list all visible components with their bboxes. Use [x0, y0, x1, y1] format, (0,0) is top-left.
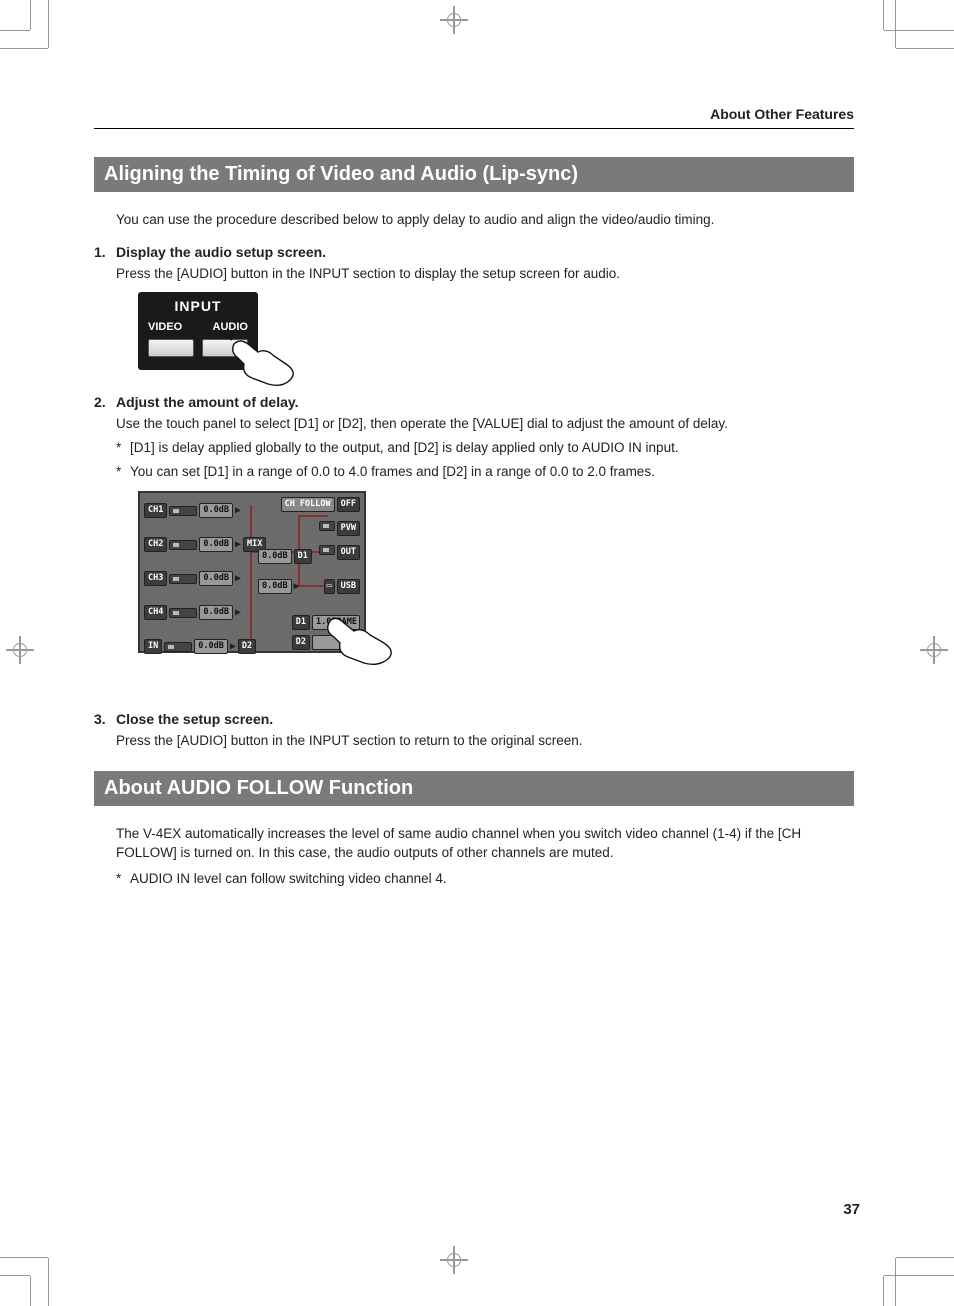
- step-3: 3.Close the setup screen. Press the [AUD…: [94, 711, 854, 751]
- step-number: 3.: [94, 711, 116, 727]
- input-panel-title: INPUT: [144, 296, 252, 317]
- in-slider[interactable]: [164, 642, 192, 652]
- ch-slider[interactable]: [169, 608, 197, 618]
- ch-slider[interactable]: [169, 506, 197, 516]
- d2-readout-label[interactable]: D2: [292, 635, 310, 650]
- out-usb: USB: [337, 579, 360, 594]
- page-number: 37: [843, 1201, 860, 1218]
- section2-body: The V-4EX automatically increases the le…: [116, 824, 854, 863]
- section-title-audio-follow: About AUDIO FOLLOW Function: [94, 771, 854, 806]
- step-title: Close the setup screen.: [116, 711, 273, 727]
- ch-slider[interactable]: [169, 574, 197, 584]
- ch-follow-value[interactable]: OFF: [337, 497, 360, 512]
- step-note: You can set [D1] in a range of 0.0 to 4.…: [130, 464, 655, 479]
- step-number: 2.: [94, 394, 116, 410]
- step-body-text: Use the touch panel to select [D1] or [D…: [116, 414, 854, 434]
- out-slider[interactable]: [319, 545, 335, 555]
- step-body-text: Press the [AUDIO] button in the INPUT se…: [116, 731, 854, 751]
- usb-icon: ▭: [324, 579, 335, 594]
- ch-db: 0.0dB: [199, 537, 233, 552]
- d2-db: 0.0dB: [258, 579, 292, 594]
- ch-follow-label: CH FOLLOW: [281, 497, 335, 512]
- ch-db: 0.0dB: [199, 503, 233, 518]
- input-panel-illustration: INPUT VIDEO AUDIO: [138, 292, 258, 370]
- pointing-hand-icon: [318, 611, 400, 683]
- section1-intro: You can use the procedure described belo…: [116, 210, 854, 230]
- out-pvw: PVW: [337, 521, 360, 536]
- ch-slider[interactable]: [169, 540, 197, 550]
- ch-label: CH3: [144, 571, 167, 586]
- d1-block[interactable]: D1: [294, 549, 312, 564]
- in-db: 0.0dB: [194, 639, 228, 654]
- out-out: OUT: [337, 545, 360, 560]
- section-title-lipsync: Aligning the Timing of Video and Audio (…: [94, 157, 854, 192]
- ch-db: 0.0dB: [199, 571, 233, 586]
- step-title: Display the audio setup screen.: [116, 244, 326, 260]
- step-body-text: Press the [AUDIO] button in the INPUT se…: [116, 264, 854, 284]
- step-note: [D1] is delay applied globally to the ou…: [130, 440, 679, 455]
- running-header: About Other Features: [94, 106, 854, 122]
- header-rule: [94, 128, 854, 129]
- step-2: 2.Adjust the amount of delay. Use the to…: [94, 394, 854, 691]
- ch-label: CH1: [144, 503, 167, 518]
- ch-label: CH2: [144, 537, 167, 552]
- d2-in-label[interactable]: D2: [238, 639, 256, 654]
- input-panel-video-label: VIDEO: [148, 319, 182, 336]
- video-button[interactable]: [148, 339, 194, 357]
- in-label: IN: [144, 639, 162, 654]
- d1-readout-label[interactable]: D1: [292, 615, 310, 630]
- step-number: 1.: [94, 244, 116, 260]
- pointing-hand-icon: [224, 334, 302, 402]
- pvw-slider[interactable]: [319, 521, 335, 531]
- step-1: 1.Display the audio setup screen. Press …: [94, 244, 854, 370]
- section2-note: AUDIO IN level can follow switching vide…: [130, 871, 447, 886]
- d1-db: 0.0dB: [258, 549, 292, 564]
- ch-label: CH4: [144, 605, 167, 620]
- ch-db: 0.0dB: [199, 605, 233, 620]
